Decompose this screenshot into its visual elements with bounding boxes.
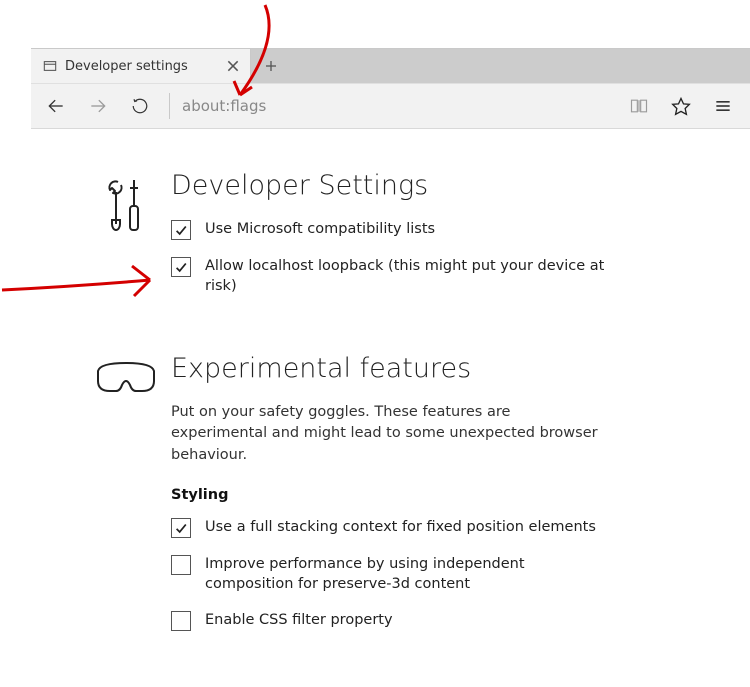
check-stacking-context[interactable]: Use a full stacking context for fixed po… [171, 517, 611, 538]
checkbox-icon [171, 220, 191, 240]
checkbox-icon [171, 555, 191, 575]
checkbox-icon [171, 518, 191, 538]
styling-heading: Styling [171, 487, 611, 503]
browser-chrome: Developer settings about:flags [31, 48, 750, 129]
tab-developer-settings[interactable]: Developer settings [31, 49, 251, 83]
toolbar-separator [169, 93, 170, 119]
favorites-button[interactable] [660, 83, 702, 129]
goggles-icon [81, 353, 171, 399]
check-localhost-loopback[interactable]: Allow localhost loopback (this might put… [171, 256, 611, 297]
check-label: Allow localhost loopback (this might put… [205, 256, 611, 297]
refresh-button[interactable] [119, 83, 161, 129]
reading-view-button[interactable] [618, 83, 660, 129]
check-preserve-3d[interactable]: Improve performance by using independent… [171, 554, 611, 595]
section-developer-settings: Developer Settings Use Microsoft compati… [31, 170, 750, 353]
section-title: Experimental features [171, 353, 611, 384]
address-bar[interactable]: about:flags [178, 97, 618, 115]
check-label: Use a full stacking context for fixed po… [205, 517, 596, 537]
check-label: Improve performance by using independent… [205, 554, 611, 595]
menu-button[interactable] [702, 83, 744, 129]
tools-icon [81, 170, 171, 240]
check-label: Enable CSS filter property [205, 610, 393, 630]
checkbox-icon [171, 611, 191, 631]
close-icon[interactable] [226, 59, 240, 73]
checkbox-icon [171, 257, 191, 277]
toolbar: about:flags [31, 83, 750, 129]
section-experimental: Experimental features Put on your safety… [31, 353, 750, 687]
check-label: Use Microsoft compatibility lists [205, 219, 435, 239]
tab-strip: Developer settings [31, 49, 750, 83]
page-content: Developer Settings Use Microsoft compati… [31, 130, 750, 661]
tab-page-icon [43, 59, 57, 73]
check-css-filter[interactable]: Enable CSS filter property [171, 610, 611, 631]
new-tab-button[interactable] [251, 49, 291, 83]
forward-button[interactable] [77, 83, 119, 129]
tab-title: Developer settings [65, 59, 218, 74]
section-title: Developer Settings [171, 170, 611, 201]
section-description: Put on your safety goggles. These featur… [171, 402, 611, 467]
check-microsoft-compat[interactable]: Use Microsoft compatibility lists [171, 219, 611, 240]
toolbar-right [618, 83, 744, 129]
back-button[interactable] [35, 83, 77, 129]
